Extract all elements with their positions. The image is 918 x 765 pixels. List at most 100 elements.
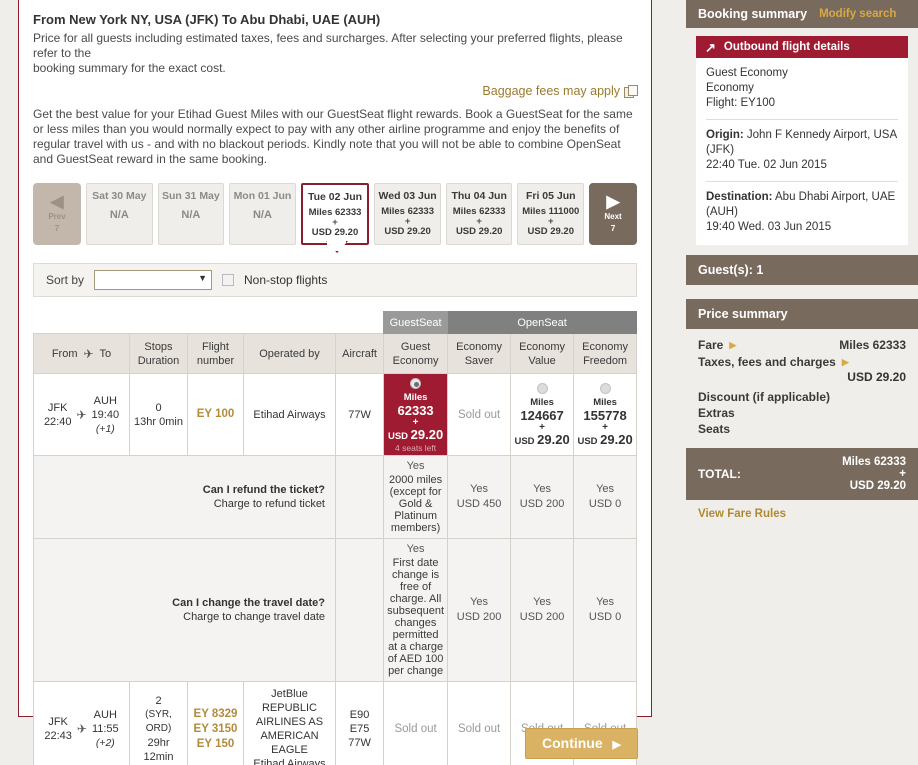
total-values: Miles 62333 + USD 29.20 — [842, 456, 906, 492]
date-label: Tue 02 Jun — [307, 191, 363, 203]
flight1-number-0[interactable]: EY 100 — [190, 407, 241, 422]
flight1-ef-miles: 155778 — [583, 407, 627, 423]
change-question-cell: Can I change the travel date? Charge to … — [33, 538, 336, 682]
baggage-fees-link[interactable]: Baggage fees may apply — [482, 84, 620, 98]
flight1-stops: 0 — [155, 401, 162, 414]
outbound-origin: Origin: John F Kennedy Airport, USA (JFK… — [706, 128, 898, 158]
arrow-northeast-icon: ↗ — [705, 39, 716, 55]
flight1-ev-plus: + — [539, 421, 546, 433]
flight1-from-code: JFK — [47, 401, 68, 414]
change-es-amount: USD 200 — [456, 611, 502, 623]
date-na: N/A — [109, 209, 129, 221]
flight1-flight-number: EY 100 — [187, 373, 244, 456]
destination-label: Destination: — [706, 191, 773, 203]
expand-triangle-icon[interactable]: ▶ — [729, 340, 736, 351]
prev-days-count: 7 — [54, 223, 60, 233]
fare-rules-wrapper: View Fare Rules — [686, 500, 918, 530]
refund-ev-amount: USD 200 — [519, 498, 565, 510]
flight1-ef-usd-label: USD — [577, 435, 598, 447]
date-option-1[interactable]: Sun 31 May N/A — [157, 183, 225, 245]
price-row-taxes: Taxes, fees and charges ▶ — [698, 355, 906, 369]
flight1-ge-plus: + — [412, 417, 419, 428]
intro-line-1: Price for all guests including estimated… — [33, 31, 623, 60]
prev-dates-button[interactable]: ◀ Prev 7 — [33, 183, 81, 245]
col-duration-label: Duration — [137, 354, 180, 367]
flight-search-results-page: From New York NY, USA (JFK) To Abu Dhabi… — [0, 0, 918, 765]
change-subtext: Charge to change travel date — [183, 611, 325, 623]
sort-by-label: Sort by — [46, 273, 85, 287]
outbound-flight-title: Outbound flight details — [723, 41, 850, 53]
flight1-ge-usd: 29.20 — [410, 427, 444, 442]
flight1-economy-saver-fare: Sold out — [447, 373, 512, 456]
col-aircraft: Aircraft — [334, 333, 385, 374]
total-miles: Miles 62333 — [842, 456, 906, 468]
fare-value: Miles 62333 — [839, 338, 906, 352]
date-label: Fri 05 Jun — [525, 190, 576, 202]
refund-guest-economy: Yes 2000 miles (except for Gold & Platin… — [383, 455, 449, 539]
col-operated-by: Operated by — [243, 333, 336, 374]
flight1-economy-freedom-fare[interactable]: Miles 155778 + USD 29.20 — [573, 373, 638, 456]
flight1-ge-seats-left: 4 seats left — [395, 443, 437, 453]
col-economy-value-l1: Economy — [519, 340, 566, 353]
fare-radio-icon[interactable] — [536, 382, 548, 394]
date-option-6[interactable]: Fri 05 Jun Miles 111000 + USD 29.20 — [517, 183, 585, 245]
change-ev-yes: Yes — [533, 596, 552, 608]
outbound-destination: Destination: Abu Dhabi Airport, UAE (AUH… — [706, 190, 898, 220]
date-option-2[interactable]: Mon 01 Jun N/A — [229, 183, 296, 245]
refund-ef-amount: USD 0 — [588, 498, 622, 510]
date-option-5[interactable]: Thu 04 Jun Miles 62333 + USD 29.20 — [445, 183, 513, 245]
external-window-icon[interactable] — [624, 85, 638, 98]
col-flight-label: Flight — [202, 340, 229, 353]
baggage-fees-row: Baggage fees may apply — [33, 84, 638, 101]
group-openseat: OpenSeat — [447, 311, 638, 334]
origin-label: Origin: — [706, 129, 744, 141]
expand-triangle-icon[interactable]: ▶ — [842, 357, 849, 368]
date-option-4[interactable]: Wed 03 Jun Miles 62333 + USD 29.20 — [374, 183, 441, 245]
change-economy-saver: Yes USD 200 — [447, 538, 512, 682]
flight2-operator-2: AIRLINES AS — [255, 716, 324, 728]
view-fare-rules-link[interactable]: View Fare Rules — [698, 508, 786, 520]
flight1-ef-plus: + — [602, 421, 609, 433]
flight1-ef-miles-line: Miles 155778 — [576, 397, 634, 423]
refund-spacer — [334, 455, 385, 539]
flight2-from-code: JFK — [48, 716, 68, 728]
booking-summary-title: Booking summary — [698, 7, 808, 21]
continue-label: Continue — [541, 735, 603, 751]
next-dates-button[interactable]: ▶ Next 7 — [589, 183, 638, 245]
date-label: Thu 04 Jun — [451, 190, 507, 202]
date-na: N/A — [252, 209, 272, 221]
flight1-economy-value-fare[interactable]: Miles 124667 + USD 29.20 — [510, 373, 575, 456]
date-option-3-selected[interactable]: Tue 02 Jun Miles 62333 + USD 29.20 — [300, 183, 370, 245]
flight1-from-time: 22:40 — [43, 415, 72, 428]
continue-button-wrapper: Continue ▶ — [0, 728, 652, 759]
flight2-number-0[interactable]: EY 8329 — [190, 707, 241, 722]
date-plus: + — [476, 216, 482, 227]
refund-es-amount: USD 450 — [456, 498, 502, 510]
nonstop-checkbox[interactable] — [222, 274, 235, 286]
flight1-ef-usd-line: USD 29.20 — [576, 432, 634, 447]
flight1-stops-duration: 0 13hr 0min — [129, 373, 188, 456]
sort-select[interactable] — [94, 270, 213, 290]
outbound-flight-header[interactable]: ↗ Outbound flight details — [696, 36, 908, 58]
flight1-ge-miles: 62333 — [397, 403, 434, 418]
outbound-cabin: Economy — [706, 82, 754, 94]
date-option-0[interactable]: Sat 30 May N/A — [86, 183, 153, 245]
modify-search-link[interactable]: Modify search — [819, 8, 896, 20]
outbound-flight-card: ↗ Outbound flight details Guest Economy … — [696, 36, 908, 245]
flight1-duration: 13hr 0min — [134, 415, 183, 428]
date-usd: USD 29.20 — [527, 226, 574, 237]
flight1-ev-miles: 124667 — [520, 407, 564, 423]
fare-radio-selected-icon[interactable] — [410, 378, 422, 389]
sort-select-wrapper: ▼ — [94, 270, 213, 290]
date-label: Wed 03 Jun — [378, 190, 437, 202]
date-selector-strip: ◀ Prev 7 Sat 30 May N/A Sun 31 May N/A M… — [33, 183, 638, 245]
flight1-guest-economy-fare-selected[interactable]: Miles 62333 + USD 29.20 4 seats left — [383, 373, 449, 456]
flight1-ev-miles-label: Miles — [530, 396, 554, 408]
next-days-count: 7 — [610, 223, 616, 233]
col-guest-economy: Guest Economy — [383, 333, 449, 374]
outbound-destination-time: 19:40 Wed. 03 Jun 2015 — [706, 221, 832, 233]
fare-radio-icon[interactable] — [599, 382, 611, 394]
continue-button[interactable]: Continue ▶ — [524, 728, 638, 759]
change-ge-yes: Yes — [406, 543, 425, 555]
next-label: Next — [604, 211, 622, 221]
